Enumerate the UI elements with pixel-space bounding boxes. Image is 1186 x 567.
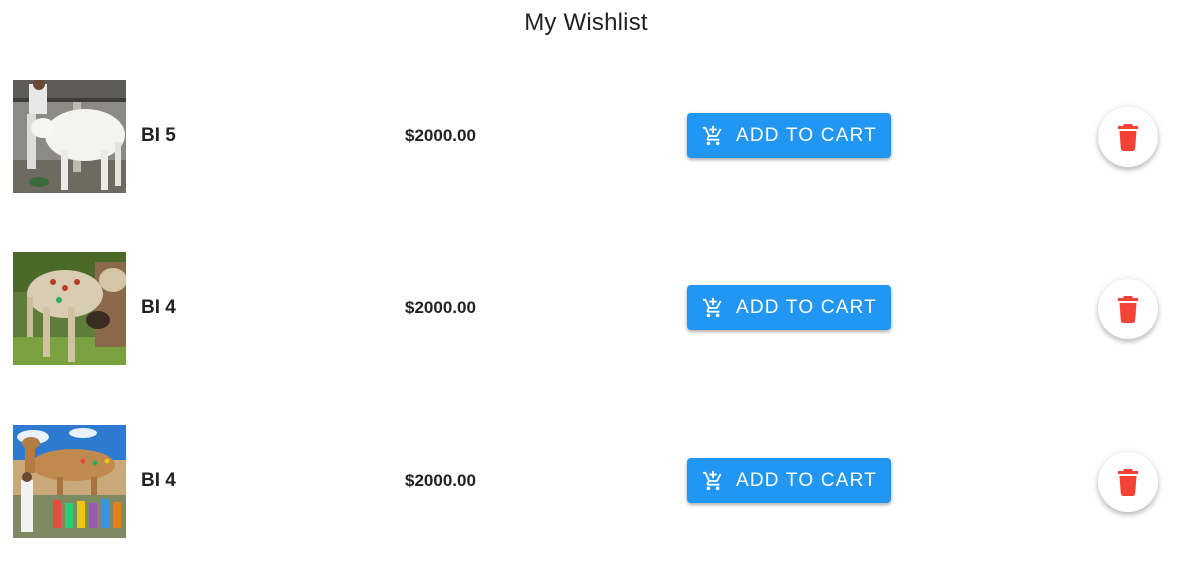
add-to-cart-button[interactable]: ADD TO CART <box>687 285 891 330</box>
add-to-cart-label: ADD TO CART <box>736 124 877 146</box>
product-price: $2000.00 <box>405 126 476 145</box>
product-price: $2000.00 <box>405 298 476 317</box>
trash-icon <box>1116 295 1140 323</box>
wishlist-item: BI 4 $2000.00 ADD TO CART <box>0 252 1186 366</box>
wishlist-page: My Wishlist BI 5 $2000.00 ADD TO CART BI… <box>0 0 1186 567</box>
trash-icon <box>1116 468 1140 496</box>
page-title: My Wishlist <box>524 9 648 36</box>
product-name[interactable]: BI 4 <box>141 297 176 319</box>
product-name[interactable]: BI 4 <box>141 470 176 492</box>
product-name[interactable]: BI 5 <box>141 125 176 147</box>
add-to-cart-button[interactable]: ADD TO CART <box>687 458 891 503</box>
wishlist-item: BI 5 $2000.00 ADD TO CART <box>0 80 1186 194</box>
delete-button[interactable] <box>1098 452 1158 512</box>
add-to-cart-label: ADD TO CART <box>736 469 877 491</box>
add-shopping-cart-icon <box>702 125 724 147</box>
add-to-cart-label: ADD TO CART <box>736 296 877 318</box>
add-shopping-cart-icon <box>702 297 724 319</box>
product-price: $2000.00 <box>405 471 476 490</box>
delete-button[interactable] <box>1098 107 1158 167</box>
add-shopping-cart-icon <box>702 470 724 492</box>
product-image[interactable] <box>13 252 126 365</box>
product-image[interactable] <box>13 80 126 193</box>
add-to-cart-button[interactable]: ADD TO CART <box>687 113 891 158</box>
wishlist-item: BI 4 $2000.00 ADD TO CART <box>0 425 1186 539</box>
trash-icon <box>1116 123 1140 151</box>
delete-button[interactable] <box>1098 279 1158 339</box>
product-image[interactable] <box>13 425 126 538</box>
